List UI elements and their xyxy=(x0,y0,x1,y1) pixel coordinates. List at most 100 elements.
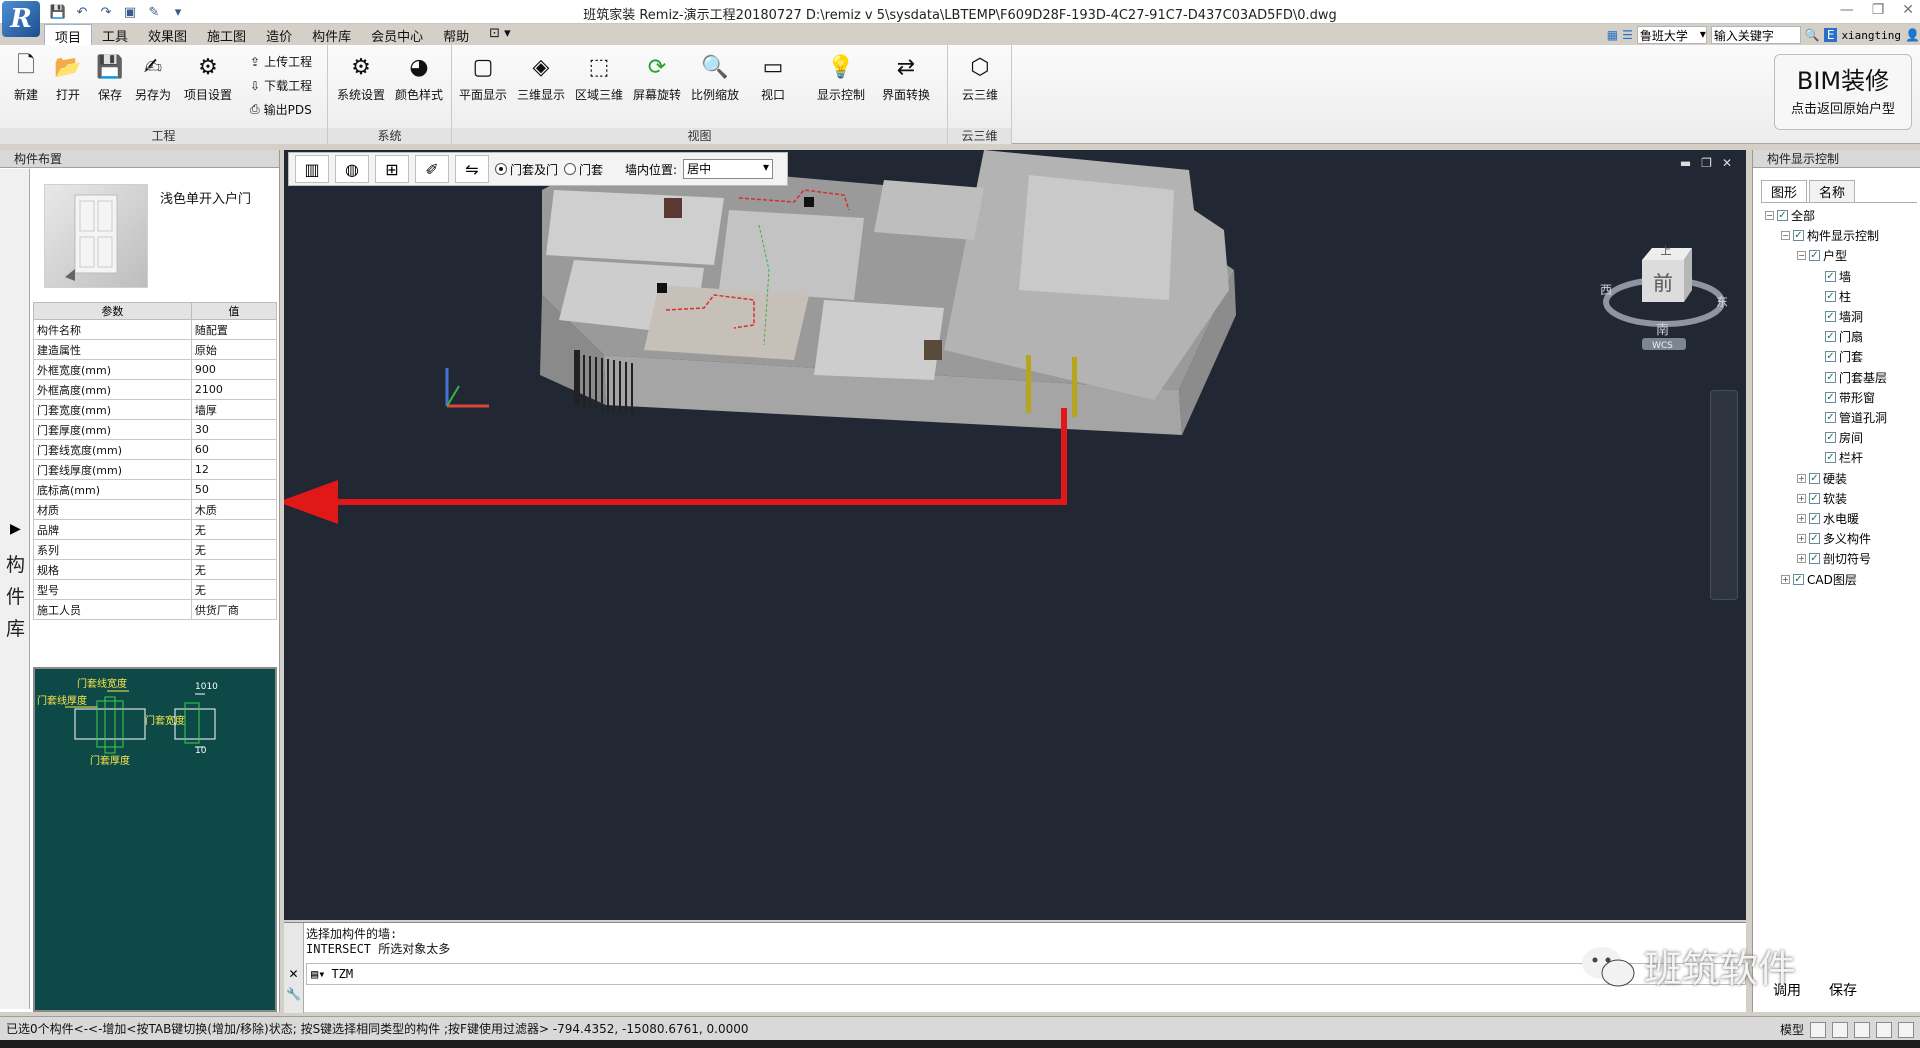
layout-icon[interactable] xyxy=(1810,1021,1826,1038)
checkbox[interactable]: ✓ xyxy=(1825,371,1836,383)
checkbox[interactable]: ✓ xyxy=(1825,432,1836,444)
project-settings-button[interactable]: ⚙ 项目设置 xyxy=(180,51,236,103)
menu-extra-icon[interactable]: ⊡ ▾ xyxy=(479,24,521,45)
expander-icon[interactable]: + xyxy=(1797,554,1806,564)
radio-frame-and-door[interactable]: 门套及门 xyxy=(495,161,558,178)
checkbox[interactable]: ✓ xyxy=(1809,492,1820,504)
tree-node[interactable]: ✓ 房间 xyxy=(1813,429,1863,446)
library-tab[interactable]: ▶ 构件库 xyxy=(0,169,30,1009)
save-button[interactable]: 💾 保存 xyxy=(88,51,132,103)
tree-node[interactable]: + ✓ 剖切符号 xyxy=(1797,550,1871,567)
tree-node[interactable]: + ✓ CAD图层 xyxy=(1781,571,1857,588)
tree-node[interactable]: − ✓ 户型 xyxy=(1797,247,1847,264)
property-value[interactable]: 60 xyxy=(190,439,278,460)
checkbox[interactable]: ✓ xyxy=(1793,573,1804,585)
menu-project[interactable]: 项目 xyxy=(44,24,93,46)
tree-node[interactable]: + ✓ 多义构件 xyxy=(1797,530,1871,547)
house-3d-model[interactable] xyxy=(284,150,1746,920)
tree-node[interactable]: − ✓ 构件显示控制 xyxy=(1781,227,1879,244)
restore-icon[interactable]: ❐ xyxy=(1872,2,1885,18)
university-select[interactable]: 鲁班大学 ▾ xyxy=(1636,26,1707,44)
checkbox[interactable]: ✓ xyxy=(1825,270,1836,282)
tree-node[interactable]: ✓ 门扇 xyxy=(1813,328,1863,345)
save-as-button[interactable]: ✍ 另存为 xyxy=(131,51,175,103)
command-input[interactable]: ▤▾ TZM xyxy=(306,963,1746,985)
tree-node[interactable]: ✓ 管道孔洞 xyxy=(1813,409,1887,426)
restore-icon[interactable]: ❐ xyxy=(1701,156,1712,170)
property-row[interactable]: 底标高(mm) 50 xyxy=(33,479,278,500)
3d-viewport[interactable]: ▥ ◍ ⊞ ✐ ⇋ 门套及门 门套 墙内位置: 居中 ▾ ▬ ❐ ✕ 上 前 西 … xyxy=(284,150,1746,920)
lock-icon[interactable] xyxy=(1898,1021,1914,1038)
expander-icon[interactable]: + xyxy=(1797,534,1806,544)
property-row[interactable]: 规格无 xyxy=(33,559,278,580)
menu-render[interactable]: 效果图 xyxy=(138,24,197,45)
hatch-circle-icon[interactable]: ◍ xyxy=(335,155,369,183)
property-row[interactable]: 外框宽度(mm) 900 xyxy=(33,359,278,380)
download-project-button[interactable]: ⇩ 下载工程 xyxy=(250,77,312,94)
close-icon[interactable]: ✕ xyxy=(1722,156,1732,170)
property-row[interactable]: 外框高度(mm) 2100 xyxy=(33,379,278,400)
tree-node[interactable]: + ✓ 硬装 xyxy=(1797,470,1847,487)
property-value[interactable]: 30 xyxy=(190,419,278,440)
property-value[interactable]: 供货厂商 xyxy=(190,599,278,620)
tree-node[interactable]: ✓ 柱 xyxy=(1813,288,1851,305)
cloud-3d-button[interactable]: ⬡ 云三维 xyxy=(956,51,1004,103)
checkbox[interactable]: ✓ xyxy=(1777,210,1788,221)
list-view-icon[interactable]: ☰ xyxy=(1622,28,1633,42)
tree-node[interactable]: ✓ 门套 xyxy=(1813,348,1863,365)
expand-arrow-icon[interactable]: ▶ xyxy=(10,521,21,537)
property-value[interactable]: 50 xyxy=(190,479,278,500)
tree-node[interactable]: ✓ 门套基层 xyxy=(1813,369,1887,386)
menu-cost[interactable]: 造价 xyxy=(256,24,302,45)
tree-node[interactable]: ✓ 栏杆 xyxy=(1813,449,1863,466)
viewport-button[interactable]: ▭ 视口 xyxy=(746,51,800,103)
menu-library[interactable]: 构件库 xyxy=(302,24,361,45)
checkbox[interactable]: ✓ xyxy=(1825,391,1836,403)
wall-position-select[interactable]: 居中 ▾ xyxy=(683,159,774,179)
property-value[interactable]: 无 xyxy=(190,559,278,580)
property-value[interactable]: 墙厚 xyxy=(190,399,278,420)
property-row[interactable]: 门套线宽度(mm) 60 xyxy=(33,439,278,460)
property-row[interactable]: 施工人员 供货厂商 xyxy=(33,599,278,620)
search-icon[interactable]: 🔍 xyxy=(1805,28,1820,42)
color-style-button[interactable]: ◕ 颜色样式 xyxy=(392,51,446,103)
radio-dot-on[interactable] xyxy=(495,163,507,175)
area-3d-button[interactable]: ⬚ 区域三维 xyxy=(572,51,626,103)
save-config-button[interactable]: 保存 xyxy=(1829,980,1857,1000)
checkbox[interactable]: ✓ xyxy=(1809,472,1820,484)
close-icon[interactable]: ✕ xyxy=(1902,2,1914,18)
3d-view-button[interactable]: ◈ 三维显示 xyxy=(514,51,568,103)
property-value[interactable]: 12 xyxy=(190,459,278,480)
checkbox[interactable]: ✓ xyxy=(1809,533,1820,545)
grid-circle-icon[interactable]: ⊞ xyxy=(375,155,409,183)
property-row[interactable]: 门套厚度(mm) 30 xyxy=(33,419,278,440)
property-row[interactable]: 品牌无 xyxy=(33,519,278,540)
checkbox[interactable]: ✓ xyxy=(1793,230,1804,242)
close-icon[interactable]: ✕ xyxy=(284,967,303,981)
property-value[interactable]: 无 xyxy=(190,579,278,600)
expander-icon[interactable]: + xyxy=(1781,574,1790,584)
checkbox[interactable]: ✓ xyxy=(1809,513,1820,524)
keyword-search-input[interactable]: 输入关键字 xyxy=(1710,26,1801,44)
annotation-icon[interactable] xyxy=(1832,1021,1848,1038)
swap-icon[interactable]: ⇋ xyxy=(455,155,489,183)
radio-frame-only[interactable]: 门套 xyxy=(564,161,603,178)
app-logo[interactable]: R xyxy=(2,1,40,37)
tree-node[interactable]: + ✓ 软装 xyxy=(1797,490,1847,507)
property-value[interactable]: 900 xyxy=(190,359,278,380)
tree-node[interactable]: ✓ 墙 xyxy=(1813,268,1851,285)
open-button[interactable]: 📂 打开 xyxy=(46,51,90,103)
tree-node[interactable]: ✓ 墙洞 xyxy=(1813,308,1863,325)
radio-dot-off[interactable] xyxy=(564,163,577,175)
wrench-icon[interactable]: 🔧 xyxy=(284,987,303,1001)
property-row[interactable]: 建造属性 原始 xyxy=(33,339,278,360)
property-row[interactable]: 型号无 xyxy=(33,579,278,600)
grid-view-icon[interactable]: ▦ xyxy=(1607,28,1618,42)
checkbox[interactable]: ✓ xyxy=(1825,290,1836,302)
menu-member[interactable]: 会员中心 xyxy=(361,24,433,45)
property-value[interactable]: 随配置 xyxy=(190,319,278,340)
navigation-bar[interactable] xyxy=(1710,390,1738,600)
minimize-icon[interactable]: — xyxy=(1840,2,1854,18)
property-row[interactable]: 系列无 xyxy=(33,539,278,560)
film-strip-icon[interactable]: ▥ xyxy=(295,155,329,183)
